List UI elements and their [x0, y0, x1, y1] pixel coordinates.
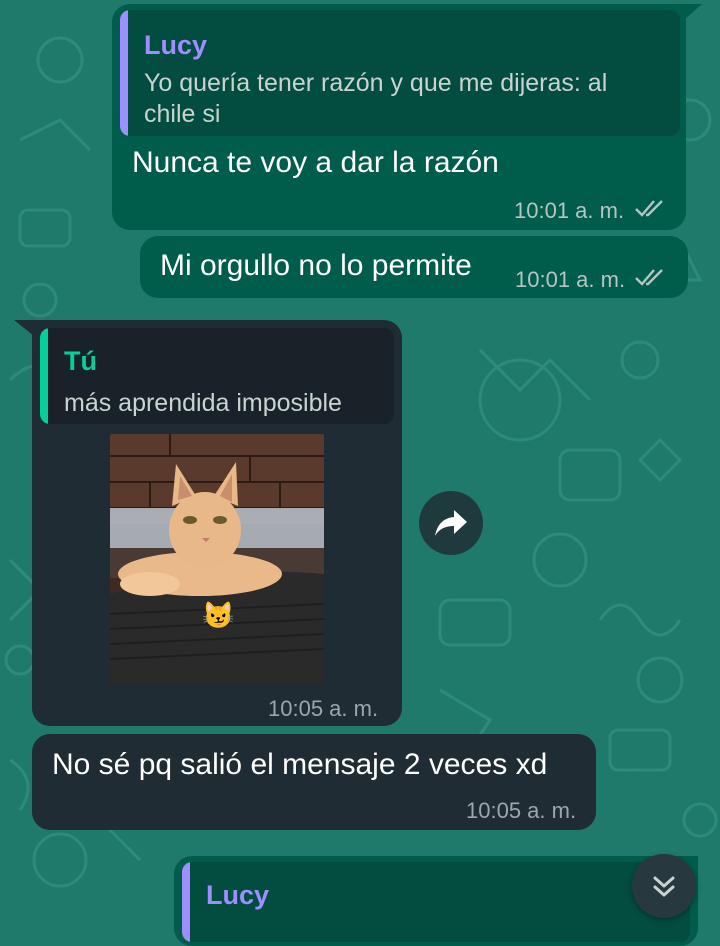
forward-button[interactable] — [419, 491, 483, 555]
message-bubble-incoming[interactable]: No sé pq salió el mensaje 2 veces xd 10:… — [32, 734, 596, 830]
message-time: 10:05 a. m. — [466, 798, 577, 823]
bubble-tail — [14, 320, 34, 336]
smirking-cat-emoji: 😼 — [202, 600, 235, 630]
quoted-message[interactable]: Lucy — [182, 862, 690, 942]
quoted-author: Lucy — [206, 880, 270, 910]
message-bubble-outgoing[interactable]: Lucy Yo quería tener razón y que me dije… — [112, 4, 686, 230]
double-check-icon — [635, 269, 663, 286]
quote-accent-bar — [182, 862, 190, 942]
quoted-message[interactable]: Lucy Yo quería tener razón y que me dije… — [120, 10, 680, 136]
forward-icon — [435, 510, 467, 536]
message-text: No sé pq salió el mensaje 2 veces xd — [52, 748, 548, 781]
message-bubble-outgoing[interactable]: Lucy — [174, 856, 698, 946]
message-time: 10:05 a. m. — [268, 696, 379, 721]
quoted-text: más aprendida imposible — [64, 389, 342, 417]
message-text: Nunca te voy a dar la razón — [132, 146, 499, 179]
message-bubble-incoming[interactable]: Tú más aprendida imposible 😼 10:05 a. m. — [32, 320, 402, 726]
message-time: 10:01 a. m. — [515, 267, 626, 292]
double-check-icon — [635, 200, 663, 217]
quoted-text: Yo quería tener razón y que me dijeras: … — [144, 69, 608, 128]
quoted-author: Lucy — [144, 30, 208, 60]
cat-photo[interactable]: 😼 — [110, 434, 324, 684]
message-bubble-outgoing[interactable]: Mi orgullo no lo permite 10:01 a. m. — [140, 236, 688, 298]
scroll-to-bottom-button[interactable] — [632, 854, 696, 918]
bubble-tail — [684, 4, 702, 20]
quote-accent-bar — [120, 10, 128, 136]
quoted-author: Tú — [64, 346, 97, 376]
quote-accent-bar — [40, 328, 48, 424]
chevrons-down-icon — [653, 876, 675, 897]
quoted-message[interactable]: Tú más aprendida imposible — [40, 328, 394, 424]
message-text: Mi orgullo no lo permite — [160, 249, 472, 282]
message-time: 10:01 a. m. — [514, 198, 625, 223]
